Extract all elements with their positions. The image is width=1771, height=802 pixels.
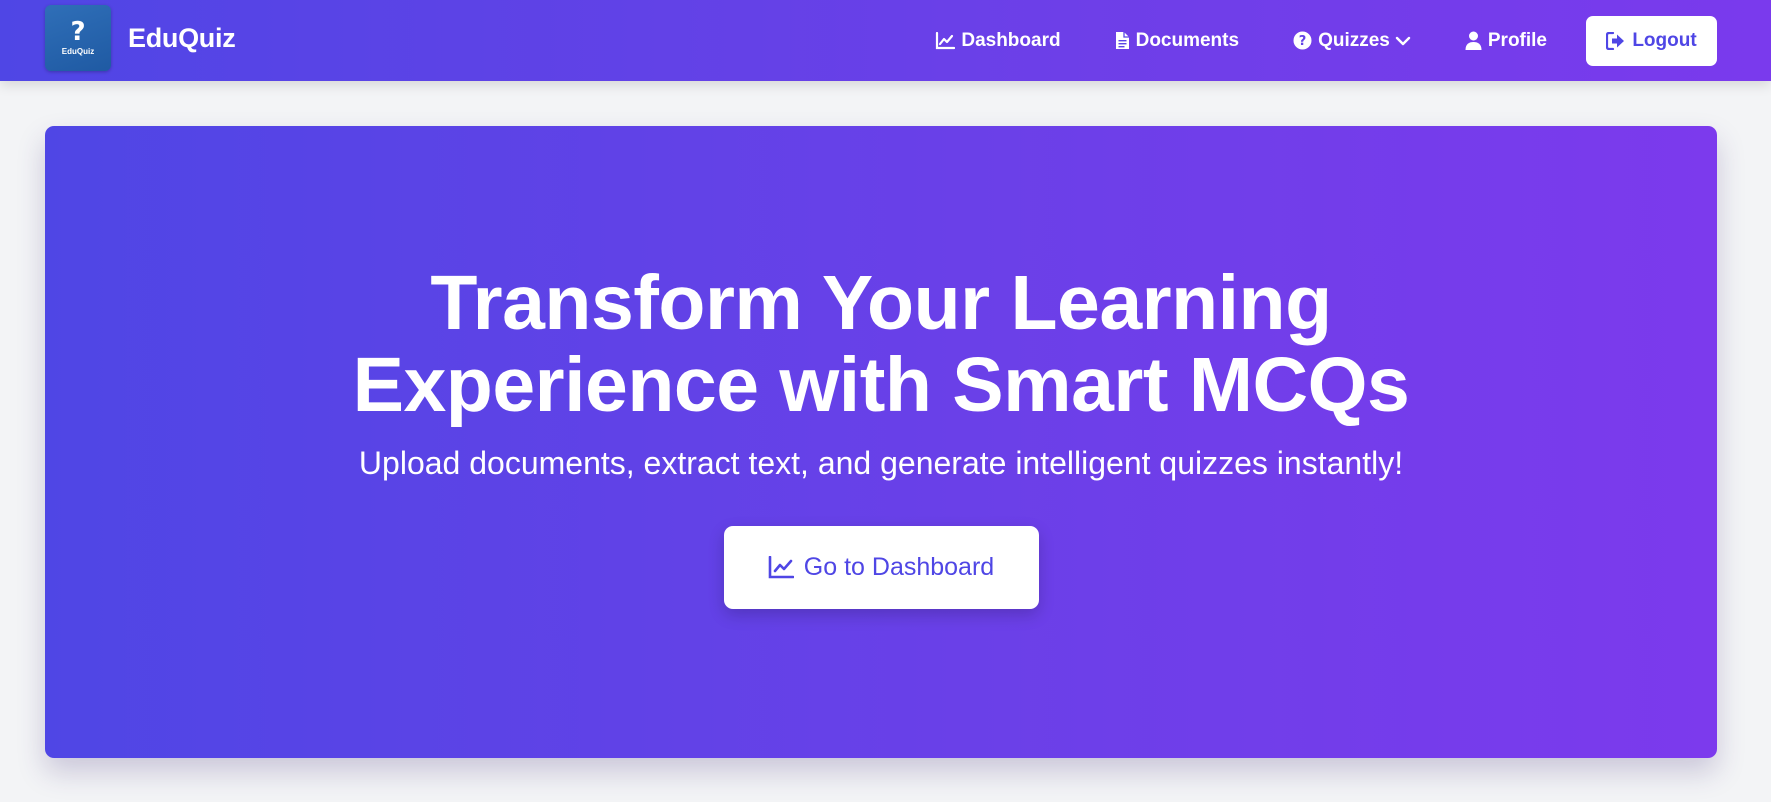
- logo-question-icon: ?: [70, 17, 86, 47]
- question-circle-icon: ?: [1293, 31, 1312, 50]
- hero-title-line-2: Experience with Smart MCQs: [352, 342, 1410, 428]
- hero-title: Transform Your Learning Experience with …: [353, 262, 1410, 426]
- file-icon: [1115, 32, 1129, 49]
- nav-profile[interactable]: Profile: [1465, 30, 1547, 52]
- nav-documents[interactable]: Documents: [1115, 30, 1239, 52]
- brand-name[interactable]: EduQuiz: [128, 23, 236, 54]
- hero-title-line-1: Transform Your Learning: [430, 260, 1332, 346]
- logo[interactable]: ? EduQuiz: [45, 5, 111, 71]
- nav-documents-label: Documents: [1135, 29, 1240, 51]
- brand[interactable]: ? EduQuiz EduQuiz: [45, 5, 236, 71]
- user-icon: [1465, 31, 1482, 50]
- nav-quizzes-label: Quizzes: [1318, 29, 1390, 51]
- navbar: ? EduQuiz EduQuiz Dashboard Documents ? …: [0, 0, 1771, 81]
- svg-text:?: ?: [1299, 34, 1307, 49]
- logout-label: Logout: [1632, 29, 1697, 51]
- hero-card: Transform Your Learning Experience with …: [45, 126, 1717, 758]
- nav-profile-label: Profile: [1487, 29, 1547, 51]
- logout-button[interactable]: Logout: [1586, 15, 1717, 66]
- hero-subtitle: Upload documents, extract text, and gene…: [358, 445, 1404, 481]
- nav-dashboard[interactable]: Dashboard: [935, 29, 1061, 52]
- sign-out-icon: [1606, 31, 1625, 50]
- chart-line-icon: [936, 31, 956, 49]
- nav-links: Dashboard Documents ? Quizzes Profile Lo…: [935, 0, 1717, 81]
- chevron-down-icon: [1395, 36, 1411, 45]
- logo-text: EduQuiz: [61, 47, 95, 56]
- go-to-dashboard-button[interactable]: Go to Dashboard: [723, 526, 1039, 609]
- nav-dashboard-label: Dashboard: [961, 29, 1061, 51]
- go-to-dashboard-label: Go to Dashboard: [803, 553, 995, 581]
- nav-quizzes-dropdown[interactable]: ? Quizzes: [1293, 30, 1411, 52]
- chart-line-icon: [768, 556, 794, 579]
